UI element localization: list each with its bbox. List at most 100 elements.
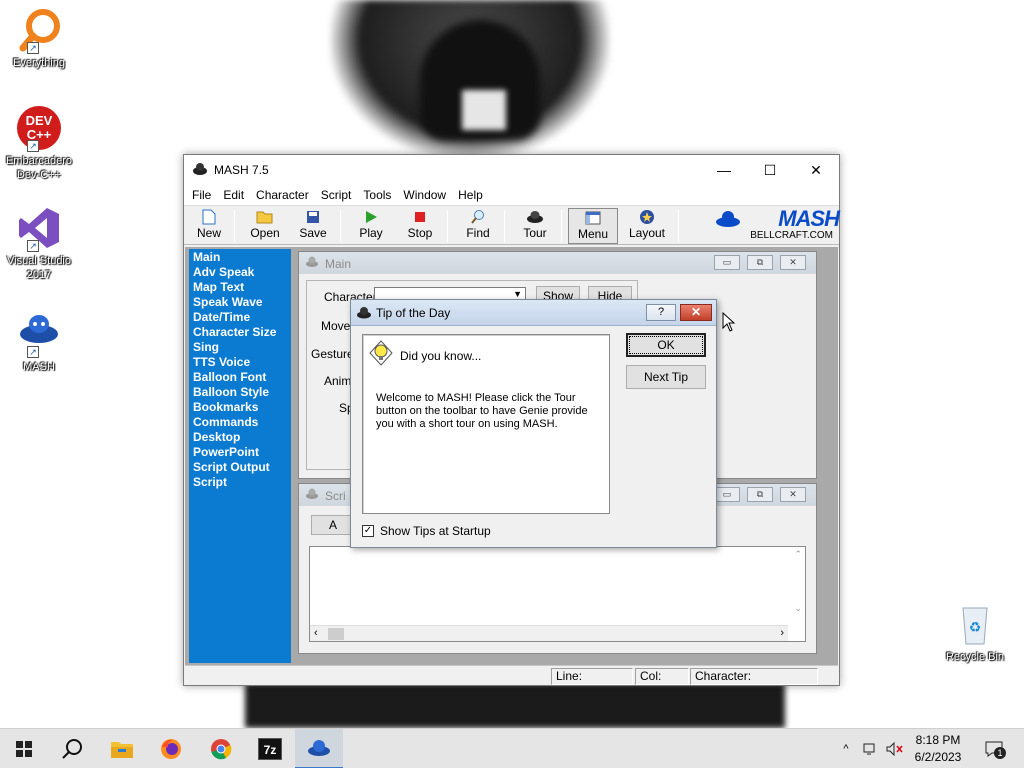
desktop-icon-devcpp[interactable]: DEV C++ ↗ Embarcadero Dev-C++ bbox=[1, 106, 77, 182]
desktop-icon-label: Everything bbox=[13, 57, 65, 69]
scroll-down-icon[interactable]: ⌄ bbox=[794, 603, 802, 614]
notification-badge: 1 bbox=[994, 747, 1006, 759]
genie-icon bbox=[356, 306, 372, 322]
new-label: New bbox=[196, 226, 221, 240]
toolbar-separator bbox=[561, 210, 562, 242]
sidebar-item-balloon-style[interactable]: Balloon Style bbox=[189, 385, 291, 400]
tour-button[interactable]: Tour bbox=[512, 208, 558, 244]
sidebar-item-balloon-font[interactable]: Balloon Font bbox=[189, 370, 291, 385]
chrome-button[interactable] bbox=[197, 729, 245, 768]
layout-button[interactable]: Layout bbox=[624, 208, 670, 244]
child-minimize-button[interactable]: ▭ bbox=[714, 487, 740, 502]
scroll-thumb[interactable] bbox=[328, 628, 344, 640]
stop-icon bbox=[397, 208, 443, 226]
sidebar-item-character-size[interactable]: Character Size bbox=[189, 325, 291, 340]
menu-script[interactable]: Script bbox=[315, 185, 358, 205]
child-minimize-button[interactable]: ▭ bbox=[714, 255, 740, 270]
open-label: Open bbox=[250, 226, 280, 240]
desktop-icon-everything[interactable]: ↗ Everything bbox=[1, 8, 77, 70]
toolbar-separator bbox=[678, 210, 679, 242]
horizontal-scrollbar[interactable]: ‹ › bbox=[310, 625, 788, 641]
sidebar-item-tts-voice[interactable]: TTS Voice bbox=[189, 355, 291, 370]
toolbar-separator bbox=[340, 210, 341, 242]
minimize-button[interactable]: — bbox=[701, 155, 747, 185]
sidebar-item-sing[interactable]: Sing bbox=[189, 340, 291, 355]
menu-file[interactable]: File bbox=[186, 185, 217, 205]
sidebar-item-commands[interactable]: Commands bbox=[189, 415, 291, 430]
recycle-bin-icon: ♻ bbox=[953, 602, 997, 646]
volume-muted-icon[interactable] bbox=[884, 729, 906, 768]
firefox-button[interactable] bbox=[147, 729, 195, 768]
menu-tools[interactable]: Tools bbox=[357, 185, 397, 205]
child-close-button[interactable]: ✕ bbox=[780, 255, 806, 270]
scroll-up-icon[interactable]: ⌃ bbox=[794, 549, 802, 560]
sidebar-item-adv-speak[interactable]: Adv Speak bbox=[189, 265, 291, 280]
scroll-right-icon[interactable]: › bbox=[780, 627, 784, 639]
main-child-title: Main bbox=[325, 257, 352, 271]
menu-toggle-button[interactable]: Menu bbox=[568, 208, 618, 244]
script-action-button[interactable]: A bbox=[311, 515, 355, 535]
mash-taskbar-button[interactable] bbox=[295, 729, 343, 768]
child-restore-button[interactable]: ⧉ bbox=[747, 255, 773, 270]
desktop-icon-visual-studio[interactable]: ↗ Visual Studio 2017 bbox=[1, 206, 77, 282]
sidebar-item-main[interactable]: Main bbox=[189, 250, 291, 265]
sidebar-item-speak-wave[interactable]: Speak Wave bbox=[189, 295, 291, 310]
desktop-icon-label: Recycle Bin bbox=[945, 651, 1005, 663]
tip-body: Welcome to MASH! Please click the Tour b… bbox=[376, 392, 588, 430]
sidebar-item-powerpoint[interactable]: PowerPoint bbox=[189, 445, 291, 460]
bellcraft-logo: MASH BELLCRAFT.COM bbox=[713, 206, 840, 244]
help-button[interactable]: ? bbox=[646, 304, 676, 321]
child-restore-button[interactable]: ⧉ bbox=[747, 487, 773, 502]
line-indicator: Line: bbox=[551, 668, 633, 685]
main-child-titlebar[interactable]: Main ▭ ⧉ ✕ bbox=[299, 252, 816, 274]
chrome-icon bbox=[211, 739, 232, 760]
col-label: Col: bbox=[640, 669, 662, 683]
open-button[interactable]: Open bbox=[242, 208, 288, 244]
scroll-left-icon[interactable]: ‹ bbox=[314, 627, 318, 639]
dialog-titlebar[interactable]: Tip of the Day ? ✕ bbox=[351, 300, 716, 326]
menu-edit[interactable]: Edit bbox=[217, 185, 250, 205]
next-tip-button[interactable]: Next Tip bbox=[626, 365, 706, 389]
toolbar-separator bbox=[234, 210, 235, 242]
menu-bar: File Edit Character Script Tools Window … bbox=[184, 185, 839, 205]
save-button[interactable]: Save bbox=[290, 208, 336, 244]
clock-time: 8:18 PM bbox=[915, 733, 961, 747]
new-button[interactable]: New bbox=[186, 208, 232, 244]
network-icon[interactable] bbox=[860, 729, 882, 768]
sidebar-item-script-output[interactable]: Script Output bbox=[189, 460, 291, 475]
file-explorer-button[interactable] bbox=[98, 729, 146, 768]
find-button[interactable]: Find bbox=[455, 208, 501, 244]
menu-help[interactable]: Help bbox=[452, 185, 489, 205]
status-bar: Line: Col: Character: bbox=[185, 665, 838, 685]
window-titlebar[interactable]: MASH 7.5 — ☐ ✕ bbox=[184, 155, 839, 185]
child-close-button[interactable]: ✕ bbox=[780, 487, 806, 502]
menu-character[interactable]: Character bbox=[250, 185, 315, 205]
sidebar-item-bookmarks[interactable]: Bookmarks bbox=[189, 400, 291, 415]
ok-button[interactable]: OK bbox=[626, 333, 706, 357]
desktop-icon-mash[interactable]: ↗ MASH bbox=[1, 312, 77, 374]
find-icon bbox=[455, 208, 501, 226]
stop-button[interactable]: Stop bbox=[397, 208, 443, 244]
search-button[interactable] bbox=[48, 729, 96, 768]
script-editor[interactable]: ⌃ ⌄ ‹ › bbox=[309, 546, 806, 642]
menu-window[interactable]: Window bbox=[397, 185, 452, 205]
desktop-icon-recycle-bin[interactable]: ♻ Recycle Bin bbox=[937, 602, 1013, 664]
show-tips-checkbox[interactable]: ✓ bbox=[362, 525, 374, 537]
new-file-icon bbox=[186, 208, 232, 226]
search-icon bbox=[62, 739, 82, 759]
notification-center-button[interactable]: 1 bbox=[980, 729, 1008, 768]
close-button[interactable]: ✕ bbox=[793, 155, 839, 185]
tour-genie-icon bbox=[512, 208, 558, 226]
show-hidden-icons-button[interactable]: ^ bbox=[836, 729, 856, 768]
7zip-button[interactable]: 7z bbox=[246, 729, 294, 768]
dialog-close-button[interactable]: ✕ bbox=[680, 304, 712, 321]
sidebar-item-date-time[interactable]: Date/Time bbox=[189, 310, 291, 325]
start-button[interactable] bbox=[0, 729, 48, 768]
find-label: Find bbox=[466, 226, 490, 240]
sidebar-item-desktop[interactable]: Desktop bbox=[189, 430, 291, 445]
maximize-button[interactable]: ☐ bbox=[747, 155, 793, 185]
sidebar-item-map-text[interactable]: Map Text bbox=[189, 280, 291, 295]
play-button[interactable]: Play bbox=[348, 208, 394, 244]
system-clock[interactable]: 8:18 PM 6/2/2023 bbox=[905, 732, 971, 766]
sidebar-item-script[interactable]: Script bbox=[189, 475, 291, 490]
